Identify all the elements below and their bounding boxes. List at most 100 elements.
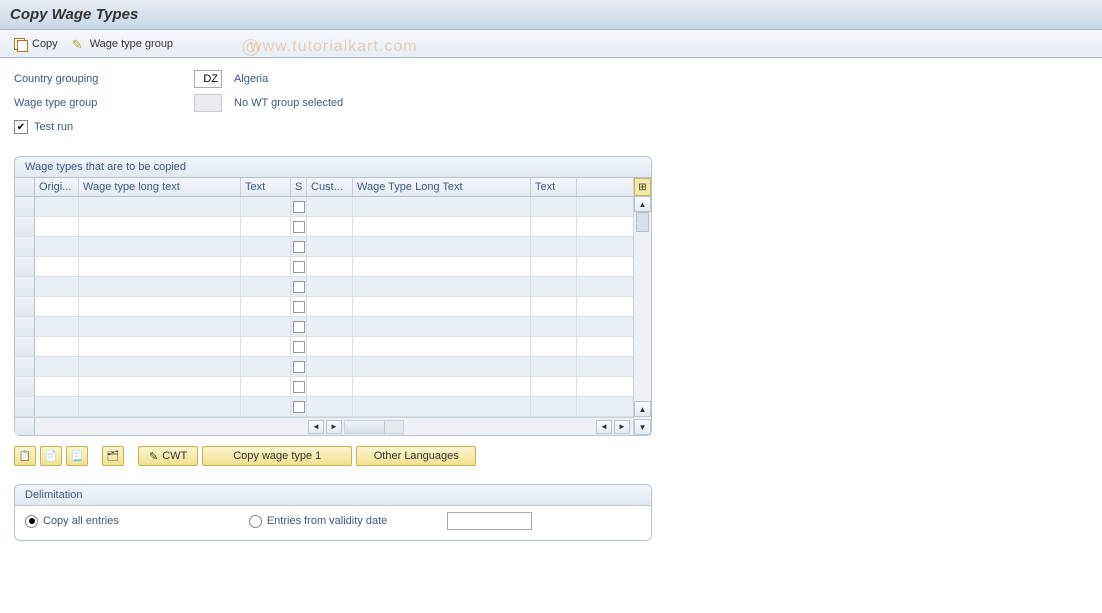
table-cell[interactable] <box>353 277 531 296</box>
table-cell[interactable] <box>353 237 531 256</box>
col-text-2[interactable]: Text <box>531 178 577 196</box>
table-cell[interactable] <box>15 377 35 396</box>
table-cell[interactable] <box>531 377 577 396</box>
table-cell[interactable] <box>35 277 79 296</box>
table-cell[interactable] <box>307 297 353 316</box>
table-cell[interactable] <box>291 397 307 416</box>
table-cell[interactable] <box>35 317 79 336</box>
table-cell[interactable] <box>35 197 79 216</box>
row-checkbox[interactable] <box>293 261 305 273</box>
table-cell[interactable] <box>79 297 241 316</box>
icon-btn-4[interactable]: 🗂 <box>102 446 124 466</box>
hscroll-right-arrow-right[interactable]: ► <box>614 420 630 434</box>
table-cell[interactable] <box>291 337 307 356</box>
table-cell[interactable] <box>241 317 291 336</box>
table-cell[interactable] <box>307 397 353 416</box>
table-cell[interactable] <box>79 317 241 336</box>
col-wt-long-text-1[interactable]: Wage type long text <box>79 178 241 196</box>
table-cell[interactable] <box>35 297 79 316</box>
hscroll-left-arrow-right[interactable]: ► <box>326 420 342 434</box>
table-cell[interactable] <box>241 237 291 256</box>
table-cell[interactable] <box>15 337 35 356</box>
row-checkbox[interactable] <box>293 381 305 393</box>
table-cell[interactable] <box>353 377 531 396</box>
table-cell[interactable] <box>79 397 241 416</box>
wage-type-group-button[interactable]: Wage type group <box>68 35 177 53</box>
table-cell[interactable] <box>307 317 353 336</box>
table-cell[interactable] <box>291 237 307 256</box>
row-checkbox[interactable] <box>293 341 305 353</box>
table-cell[interactable] <box>79 277 241 296</box>
table-cell[interactable] <box>35 257 79 276</box>
table-cell[interactable] <box>241 197 291 216</box>
table-cell[interactable] <box>307 197 353 216</box>
table-cell[interactable] <box>353 257 531 276</box>
table-cell[interactable] <box>241 397 291 416</box>
table-cell[interactable] <box>35 357 79 376</box>
table-cell[interactable] <box>15 317 35 336</box>
table-cell[interactable] <box>15 297 35 316</box>
vscroll-thumb[interactable] <box>636 212 649 232</box>
table-cell[interactable] <box>241 257 291 276</box>
table-cell[interactable] <box>353 357 531 376</box>
col-s[interactable]: S <box>291 178 307 196</box>
table-cell[interactable] <box>291 197 307 216</box>
table-cell[interactable] <box>15 217 35 236</box>
table-cell[interactable] <box>531 397 577 416</box>
table-cell[interactable] <box>307 257 353 276</box>
table-cell[interactable] <box>291 297 307 316</box>
table-cell[interactable] <box>307 337 353 356</box>
table-cell[interactable] <box>79 217 241 236</box>
table-row[interactable] <box>15 377 633 397</box>
table-row[interactable] <box>15 237 633 257</box>
table-cell[interactable] <box>241 357 291 376</box>
col-wt-long-text-2[interactable]: Wage Type Long Text <box>353 178 531 196</box>
copy-wage-type-1-button[interactable]: Copy wage type 1 <box>202 446 352 466</box>
vscroll-up-arrow[interactable]: ▲ <box>634 196 651 212</box>
vscroll[interactable]: ⊞ ▲ ▲ ▼ <box>633 178 651 435</box>
entries-from-date-radio[interactable]: Entries from validity date <box>249 515 387 528</box>
row-checkbox[interactable] <box>293 401 305 413</box>
table-cell[interactable] <box>353 197 531 216</box>
table-cell[interactable] <box>353 397 531 416</box>
table-cell[interactable] <box>291 257 307 276</box>
col-cust[interactable]: Cust... <box>307 178 353 196</box>
table-config-icon[interactable]: ⊞ <box>634 178 651 196</box>
row-checkbox[interactable] <box>293 301 305 313</box>
table-cell[interactable] <box>307 217 353 236</box>
table-row[interactable] <box>15 317 633 337</box>
table-cell[interactable] <box>307 357 353 376</box>
vscroll-down-arrow[interactable]: ▼ <box>634 419 651 435</box>
table-cell[interactable] <box>15 277 35 296</box>
table-cell[interactable] <box>241 277 291 296</box>
copy-all-entries-radio[interactable]: Copy all entries <box>25 515 119 528</box>
vscroll-up-arrow-2[interactable]: ▲ <box>634 401 651 417</box>
table-cell[interactable] <box>291 317 307 336</box>
table-cell[interactable] <box>291 377 307 396</box>
table-cell[interactable] <box>241 297 291 316</box>
table-cell[interactable] <box>79 377 241 396</box>
table-cell[interactable] <box>307 277 353 296</box>
table-cell[interactable] <box>79 237 241 256</box>
row-checkbox[interactable] <box>293 241 305 253</box>
test-run-checkbox[interactable] <box>14 120 28 134</box>
table-row[interactable] <box>15 197 633 217</box>
icon-btn-2[interactable]: 📄 <box>40 446 62 466</box>
row-checkbox[interactable] <box>293 321 305 333</box>
table-cell[interactable] <box>35 237 79 256</box>
country-grouping-input[interactable] <box>194 70 222 88</box>
table-cell[interactable] <box>35 217 79 236</box>
table-cell[interactable] <box>15 237 35 256</box>
other-languages-button[interactable]: Other Languages <box>356 446 476 466</box>
row-checkbox[interactable] <box>293 221 305 233</box>
hscroll-right[interactable]: ◄ ► <box>595 418 631 435</box>
table-cell[interactable] <box>531 337 577 356</box>
hscroll-left[interactable]: ◄ ► <box>307 418 405 435</box>
table-cell[interactable] <box>291 217 307 236</box>
cwt-button[interactable]: ✎ CWT <box>138 446 198 466</box>
table-cell[interactable] <box>531 217 577 236</box>
table-cell[interactable] <box>241 377 291 396</box>
table-cell[interactable] <box>353 337 531 356</box>
table-cell[interactable] <box>531 197 577 216</box>
table-cell[interactable] <box>15 197 35 216</box>
